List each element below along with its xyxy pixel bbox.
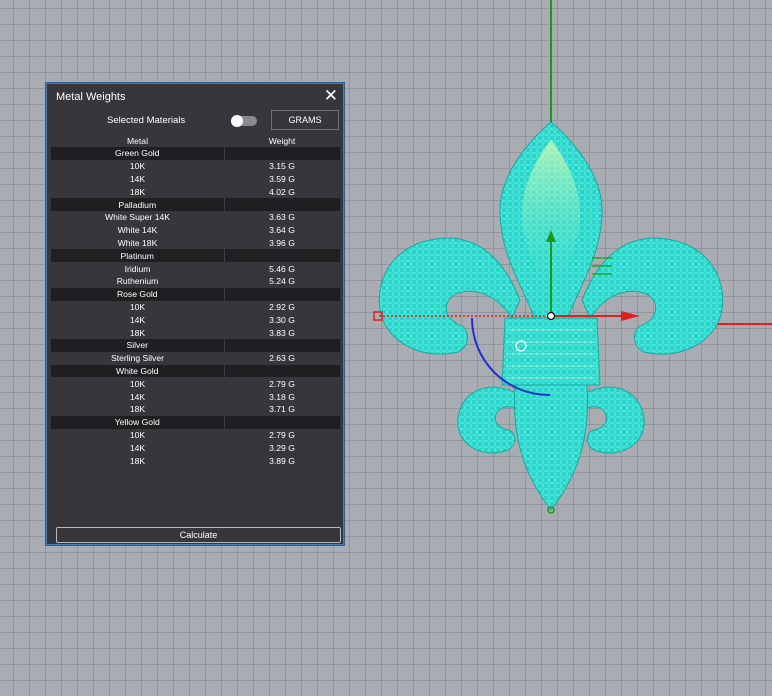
group-header-row: Rose Gold [51, 287, 340, 301]
weight-cell: 3.29 G [269, 442, 295, 453]
group-weight-cell [223, 198, 340, 211]
table-row: Iridium 5.46 G [51, 262, 340, 275]
weight-cell: 3.59 G [269, 173, 295, 184]
metal-cell: Sterling Silver [110, 353, 164, 364]
group-header-row: Yellow Gold [51, 415, 340, 429]
calculate-button[interactable]: Calculate [56, 527, 341, 543]
group-header-row: Silver [51, 338, 340, 352]
group-name: Silver [51, 338, 224, 352]
group-weight-cell [223, 287, 340, 301]
weight-cell: 3.18 G [269, 391, 295, 402]
gumball-x-arrow[interactable] [621, 311, 640, 321]
group-weight-cell [223, 338, 340, 352]
metal-cell: 18K [129, 327, 146, 338]
group-name: Rose Gold [51, 287, 224, 301]
toggle-knob [231, 115, 243, 127]
group-weight-cell [223, 147, 340, 160]
table-row: 18K 3.71 G [51, 403, 340, 416]
group-name: Palladium [51, 198, 224, 211]
metal-cell: White 14K [117, 225, 158, 236]
weight-cell: 3.89 G [269, 455, 295, 466]
table-row: 18K 4.02 G [51, 185, 340, 198]
weight-cell: 4.02 G [269, 186, 295, 197]
table-row: 18K 3.83 G [51, 326, 340, 339]
gumball-origin[interactable] [546, 311, 556, 321]
table-row: 10K 2.79 G [51, 377, 340, 390]
metal-cell: 10K [129, 378, 146, 389]
weight-cell: 3.30 G [269, 314, 295, 325]
group-weight-cell [223, 415, 340, 429]
metal-cell: 18K [129, 186, 146, 197]
table-row: White 14K 3.64 G [51, 224, 340, 237]
table-row: White Super 14K 3.63 G [51, 211, 340, 224]
weight-cell: 2.63 G [269, 353, 295, 364]
table-row: 18K 3.89 G [51, 454, 340, 467]
metal-cell: 10K [129, 301, 146, 312]
weight-cell: 3.63 G [269, 212, 295, 223]
weight-cell: 2.79 G [269, 429, 295, 440]
weight-cell: 3.83 G [269, 327, 295, 338]
selected-materials-label: Selected Materials [107, 115, 186, 126]
weight-cell: 3.64 G [269, 225, 295, 236]
group-name: Yellow Gold [51, 415, 224, 429]
table-row: Sterling Silver 2.63 G [51, 352, 340, 365]
table-row: Ruthenium 5.24 G [51, 275, 340, 288]
metal-cell: 14K [129, 391, 146, 402]
group-name: White Gold [51, 364, 224, 378]
metal-cell: Ruthenium [116, 276, 159, 287]
table-row: White 18K 3.96 G [51, 237, 340, 250]
metal-cell: 14K [129, 314, 146, 325]
weight-cell: 3.15 G [269, 161, 295, 172]
table-row: 10K 3.15 G [51, 160, 340, 173]
table-row: 14K 3.59 G [51, 173, 340, 186]
weight-column-header: Weight [268, 135, 296, 146]
metal-cell: 14K [129, 442, 146, 453]
weight-cell: 3.71 G [269, 404, 295, 415]
weight-cell: 5.46 G [269, 263, 295, 274]
group-name: Platinum [51, 249, 224, 263]
group-weight-cell [223, 249, 340, 263]
metal-cell: 18K [129, 404, 146, 415]
group-header-row: Platinum [51, 249, 340, 263]
weight-cell: 2.92 G [269, 301, 295, 312]
metal-cell: 10K [129, 161, 146, 172]
metal-cell: White Super 14K [105, 212, 170, 223]
metal-cell: Iridium [124, 263, 151, 274]
table-row: 14K 3.29 G [51, 441, 340, 454]
metal-cell: 18K [129, 455, 146, 466]
close-icon[interactable]: ✕ [324, 86, 338, 106]
metal-column-header: Metal [126, 135, 148, 146]
table-body: Green Gold 10K 3.15 G 14K 3.59 G 18K 4.02 G Pal… [51, 147, 340, 467]
group-header-row: Green Gold [51, 147, 340, 160]
table-row: 14K 3.18 G [51, 390, 340, 403]
group-weight-cell [223, 364, 340, 378]
group-name: Green Gold [51, 147, 224, 160]
metal-cell: 14K [129, 173, 146, 184]
metal-weights-table: Metal Weight Green Gold 10K 3.15 G 14K 3.59 … [51, 134, 340, 467]
table-header-row: Metal Weight [51, 134, 340, 147]
table-row: 14K 3.30 G [51, 313, 340, 326]
weight-cell: 3.96 G [269, 237, 295, 248]
group-header-row: White Gold [51, 364, 340, 378]
panel-title: Metal Weights [56, 91, 126, 103]
metal-weights-panel: Metal Weights ✕ Selected Materials GRAMS… [45, 82, 345, 546]
metal-cell: White 18K [117, 237, 158, 248]
selected-materials-toggle[interactable] [231, 115, 257, 127]
table-row: 10K 2.92 G [51, 301, 340, 314]
group-header-row: Palladium [51, 198, 340, 211]
weight-cell: 2.79 G [269, 378, 295, 389]
weight-cell: 5.24 G [269, 276, 295, 287]
metal-cell: 10K [129, 429, 146, 440]
units-button[interactable]: GRAMS [271, 110, 339, 130]
table-row: 10K 2.79 G [51, 429, 340, 442]
